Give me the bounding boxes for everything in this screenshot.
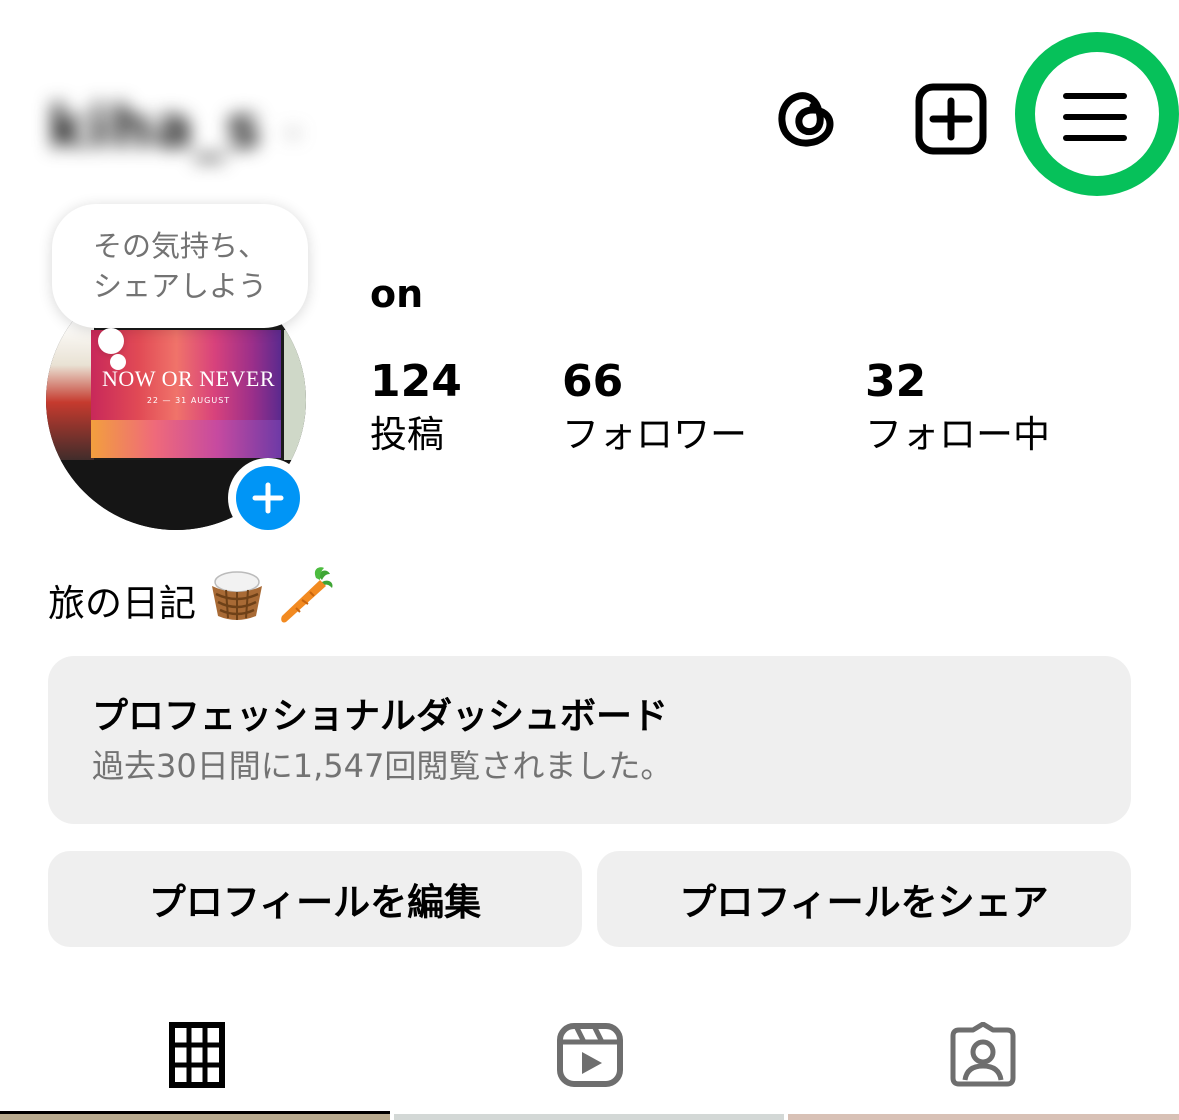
poster-subtitle: 22 — 31 AUGUST [146,396,231,405]
grid-thumbnail[interactable] [394,1114,784,1120]
stat-posts[interactable]: 124 投稿 [370,356,462,460]
grid-thumbnail[interactable] [0,1114,390,1120]
dashboard-subtitle: 過去30日間に1,547回閲覧されました。 [92,747,673,785]
add-story-button[interactable] [228,458,308,538]
plus-square-icon[interactable] [914,82,988,156]
hamburger-menu-icon[interactable] [1058,82,1132,156]
grid-icon [168,1022,225,1088]
stat-following[interactable]: 32 フォロー中 [865,356,1050,460]
share-profile-button[interactable]: プロフィールをシェア [597,851,1131,947]
stat-posts-value: 124 [370,356,462,407]
carrot-emoji [278,566,334,633]
stat-followers-label: フォロワー [562,413,747,456]
stat-following-label: フォロー中 [865,413,1050,456]
note-bubble-tail-small [110,354,126,370]
stat-followers[interactable]: 66 フォロワー [562,356,747,460]
note-bubble[interactable]: その気持ち、 シェアしよう [52,204,308,328]
bio-text: 旅の日記 [48,581,196,625]
basket-emoji [208,568,266,631]
stat-posts-label: 投稿 [370,413,444,456]
professional-dashboard-card[interactable]: プロフェッショナルダッシュボード 過去30日間に1,547回閲覧されました。 [48,656,1131,824]
username: kiha_s [48,93,263,161]
tagged-person-icon [950,1022,1015,1087]
display-name: on [370,272,424,316]
tab-tagged[interactable] [786,1000,1179,1110]
tab-posts-grid[interactable] [0,1000,393,1110]
stat-followers-value: 66 [562,356,624,407]
plus-circle-icon [236,466,300,530]
reels-icon [556,1023,623,1087]
grid-thumbnail[interactable] [788,1114,1179,1120]
dashboard-title: プロフェッショナルダッシュボード [92,696,669,737]
tab-reels[interactable] [393,1000,786,1110]
threads-icon[interactable] [772,82,842,152]
stat-following-value: 32 [865,356,927,407]
username-switcher[interactable]: kiha_s ⌄ [48,92,338,162]
edit-profile-button[interactable]: プロフィールを編集 [48,851,582,947]
poster-title: NOW OR NEVER [101,366,276,391]
chevron-down-icon: ⌄ [280,109,306,145]
bio: 旅の日記 [48,566,334,633]
note-bubble-tail [98,328,124,354]
